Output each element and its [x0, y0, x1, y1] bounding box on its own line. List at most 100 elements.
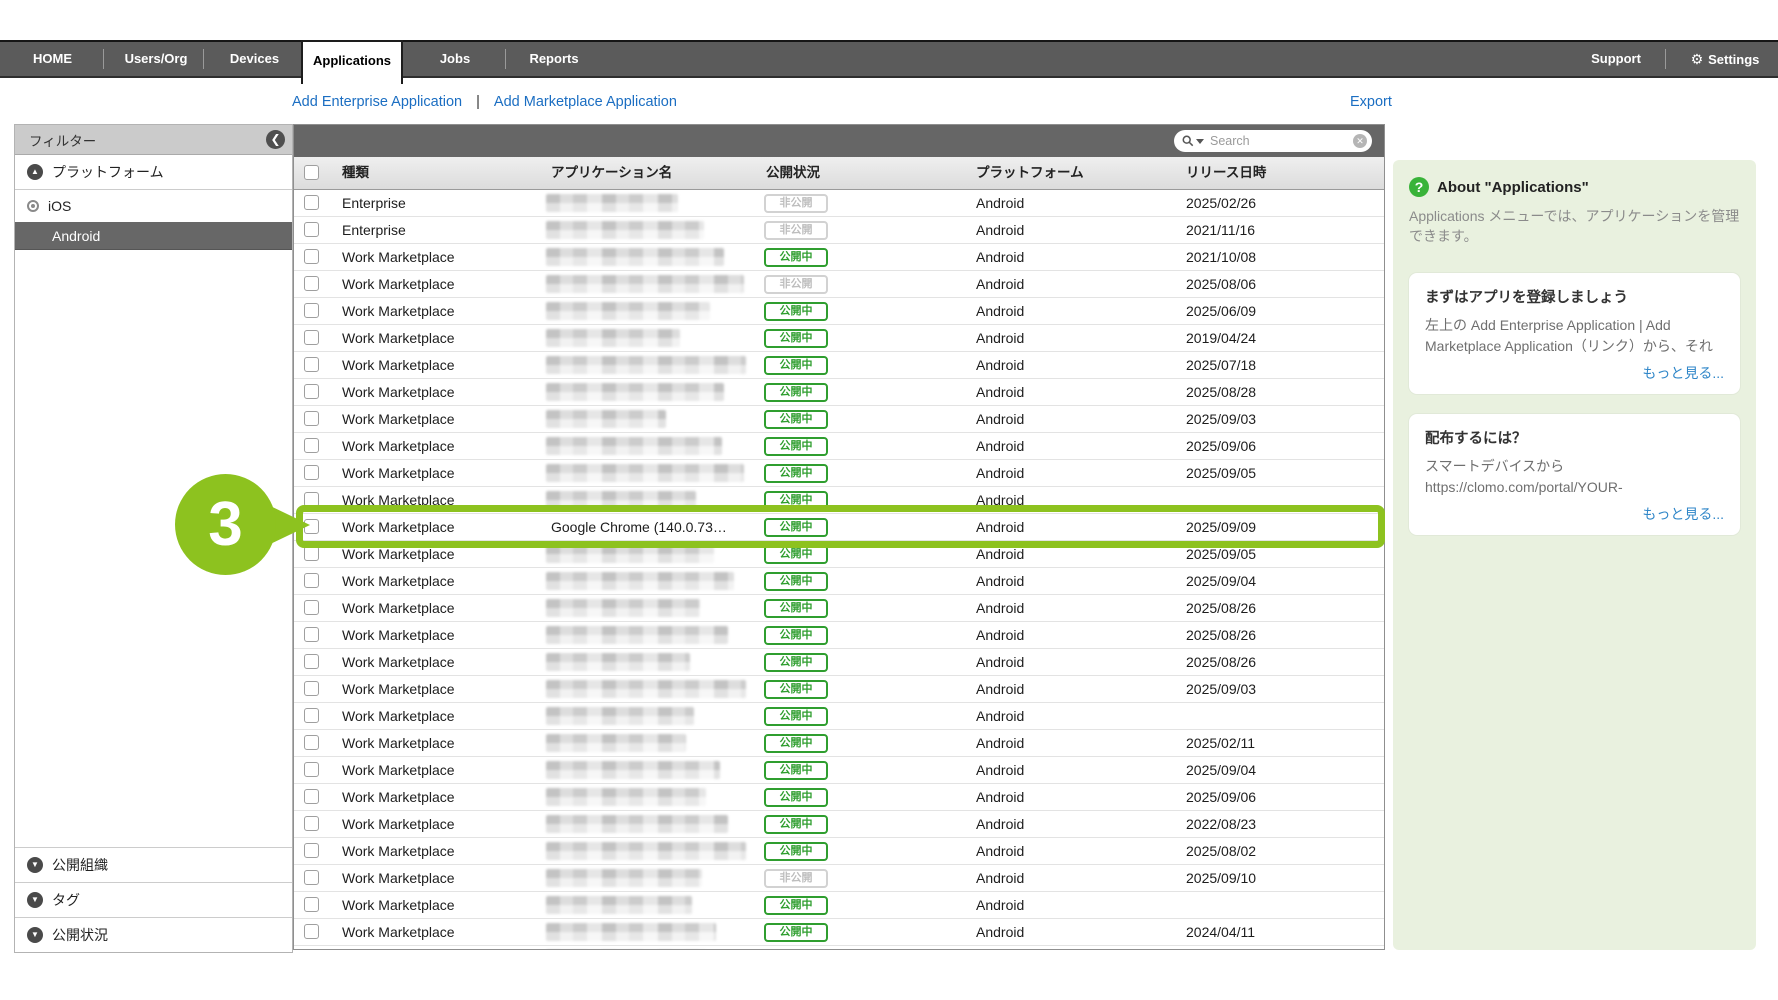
search-icon [1182, 135, 1194, 147]
column-header-publish-status[interactable]: 公開状況 [766, 157, 820, 189]
nav-settings[interactable]: ⚙Settings [1680, 42, 1770, 76]
table-row[interactable]: Work Marketplace公開中Android2021/10/08 [294, 244, 1384, 271]
redacted-app-name [546, 221, 704, 239]
row-checkbox[interactable] [304, 843, 319, 858]
table-row[interactable]: Work Marketplace公開中Android [294, 703, 1384, 730]
row-type: Work Marketplace [342, 244, 455, 270]
table-row[interactable]: Work Marketplace公開中Android2025/06/09 [294, 298, 1384, 325]
row-checkbox[interactable] [304, 411, 319, 426]
row-checkbox[interactable] [304, 816, 319, 831]
filter-group-publish-org[interactable]: ▼ 公開組織 [15, 847, 292, 883]
filter-option-ios-label: iOS [48, 198, 71, 214]
table-row[interactable]: Work Marketplace公開中Android2025/09/06 [294, 433, 1384, 460]
nav-home[interactable]: HOME [20, 42, 85, 76]
row-checkbox[interactable] [304, 303, 319, 318]
row-type: Work Marketplace [342, 703, 455, 729]
nav-jobs[interactable]: Jobs [420, 42, 490, 76]
row-checkbox[interactable] [304, 384, 319, 399]
table-row[interactable]: Work Marketplace公開中Android2025/07/18 [294, 352, 1384, 379]
row-checkbox[interactable] [304, 870, 319, 885]
nav-reports[interactable]: Reports [513, 42, 595, 76]
row-checkbox[interactable] [304, 627, 319, 642]
table-row[interactable]: Work Marketplace公開中Android2025/08/26 [294, 595, 1384, 622]
row-checkbox[interactable] [304, 546, 319, 561]
table-row[interactable]: Enterprise非公開Android2025/02/26 [294, 190, 1384, 217]
table-row[interactable]: Enterprise非公開Android2021/11/16 [294, 217, 1384, 244]
table-row[interactable]: Work Marketplace公開中Android2025/02/11 [294, 730, 1384, 757]
search-box[interactable]: ✕ [1174, 130, 1372, 152]
table-row[interactable]: Work Marketplace公開中Android [294, 892, 1384, 919]
table-row[interactable]: Work Marketplace公開中Android2025/09/04 [294, 568, 1384, 595]
row-checkbox[interactable] [304, 735, 319, 750]
row-type: Work Marketplace [342, 838, 455, 864]
search-input[interactable] [1208, 133, 1353, 149]
chevron-down-icon: ▼ [27, 927, 43, 943]
search-clear-icon[interactable]: ✕ [1353, 134, 1367, 148]
row-checkbox[interactable] [304, 195, 319, 210]
table-row[interactable]: Work MarketplaceGoogle Chrome (140.0.73…… [294, 514, 1384, 541]
row-type: Work Marketplace [342, 271, 455, 297]
table-row[interactable]: Work Marketplace公開中Android2025/08/28 [294, 379, 1384, 406]
filter-group-tags[interactable]: ▼ タグ [15, 883, 292, 918]
sidebar-collapse-button[interactable]: ❮ [266, 130, 285, 149]
column-header-platform[interactable]: プラットフォーム [976, 157, 1084, 189]
nav-separator [103, 49, 104, 69]
row-checkbox[interactable] [304, 465, 319, 480]
add-marketplace-application-link[interactable]: Add Marketplace Application [494, 94, 677, 110]
filter-group-tags-label: タグ [52, 890, 80, 910]
search-scope-caret-icon[interactable] [1196, 139, 1204, 144]
applications-page: { "nav": { "items": ["HOME", "Users/Org"… [0, 0, 1778, 1000]
filter-option-android-selected[interactable]: Android [15, 222, 292, 250]
nav-support[interactable]: Support [1580, 42, 1652, 76]
row-checkbox[interactable] [304, 276, 319, 291]
table-row[interactable]: Work Marketplace公開中Android2025/09/04 [294, 757, 1384, 784]
row-checkbox[interactable] [304, 330, 319, 345]
column-header-app-name[interactable]: アプリケーション名 [551, 157, 672, 189]
table-row[interactable]: Work Marketplace公開中Android2022/08/23 [294, 811, 1384, 838]
nav-users-org[interactable]: Users/Org [112, 42, 200, 76]
row-checkbox[interactable] [304, 249, 319, 264]
nav-devices[interactable]: Devices [212, 42, 297, 76]
table-row[interactable]: Work Marketplace非公開Android2025/09/10 [294, 865, 1384, 892]
row-checkbox[interactable] [304, 897, 319, 912]
table-row[interactable]: Work Marketplace公開中Android2025/08/26 [294, 649, 1384, 676]
row-checkbox[interactable] [304, 222, 319, 237]
table-row[interactable]: Work Marketplace公開中Android2019/04/24 [294, 325, 1384, 352]
row-release-date: 2025/09/10 [1186, 865, 1256, 891]
export-link[interactable]: Export [1350, 94, 1392, 110]
table-row[interactable]: Work Marketplace非公開Android2025/08/06 [294, 271, 1384, 298]
row-checkbox[interactable] [304, 438, 319, 453]
row-checkbox[interactable] [304, 789, 319, 804]
table-row[interactable]: Work Marketplace公開中Android2025/09/06 [294, 784, 1384, 811]
add-enterprise-application-link[interactable]: Add Enterprise Application [292, 94, 462, 110]
table-row[interactable]: Work Marketplace公開中Android2024/04/11 [294, 919, 1384, 946]
row-checkbox[interactable] [304, 762, 319, 777]
row-checkbox[interactable] [304, 924, 319, 939]
table-row[interactable]: Work Marketplace公開中Android2025/09/05 [294, 460, 1384, 487]
table-row[interactable]: Work Marketplace公開中Android2025/08/02 [294, 838, 1384, 865]
see-more-link[interactable]: もっと見る... [1642, 506, 1724, 522]
see-more-link[interactable]: もっと見る... [1642, 365, 1724, 381]
row-checkbox[interactable] [304, 573, 319, 588]
filter-option-ios[interactable]: iOS [15, 190, 292, 222]
filter-group-platform[interactable]: ▲ プラットフォーム [15, 155, 292, 190]
column-header-type[interactable]: 種類 [342, 157, 369, 189]
table-row[interactable]: Work Marketplace公開中Android2025/09/03 [294, 406, 1384, 433]
row-release-date: 2025/08/26 [1186, 595, 1256, 621]
row-checkbox[interactable] [304, 600, 319, 615]
row-checkbox[interactable] [304, 357, 319, 372]
row-platform: Android [976, 325, 1024, 351]
row-checkbox[interactable] [304, 654, 319, 669]
select-all-checkbox[interactable] [304, 165, 319, 180]
table-row[interactable]: Work Marketplace公開中Android [294, 487, 1384, 514]
table-header: 種類 アプリケーション名 公開状況 プラットフォーム リリース日時 [294, 157, 1384, 190]
column-header-release-date[interactable]: リリース日時 [1186, 157, 1266, 189]
nav-applications-active-tab[interactable]: Applications [301, 40, 403, 84]
table-row[interactable]: Work Marketplace公開中Android [294, 946, 1384, 949]
row-checkbox[interactable] [304, 708, 319, 723]
row-checkbox[interactable] [304, 681, 319, 696]
table-row[interactable]: Work Marketplace公開中Android2025/08/26 [294, 622, 1384, 649]
table-row[interactable]: Work Marketplace公開中Android2025/09/05 [294, 541, 1384, 568]
table-row[interactable]: Work Marketplace公開中Android2025/09/03 [294, 676, 1384, 703]
filter-group-publish-status[interactable]: ▼ 公開状況 [15, 918, 292, 952]
